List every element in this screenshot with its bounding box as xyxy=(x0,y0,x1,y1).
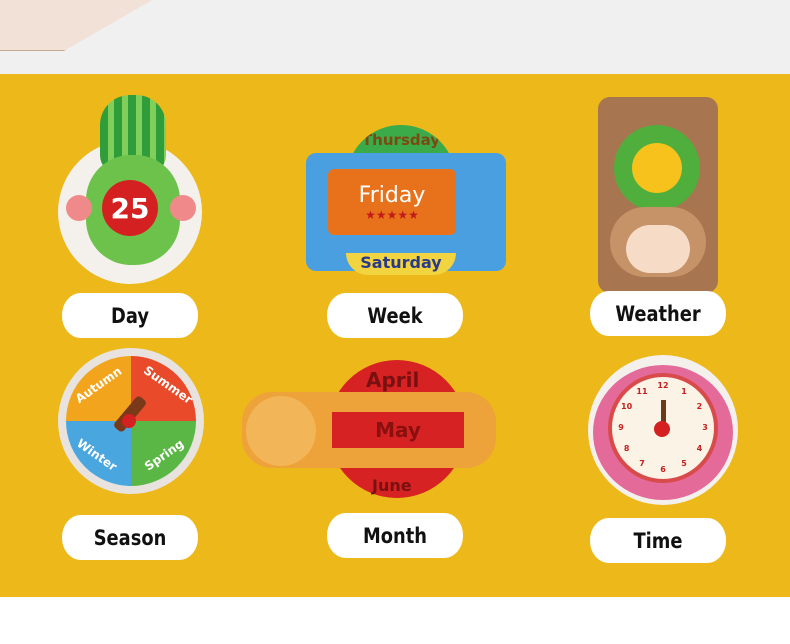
label-day: Day xyxy=(62,293,198,338)
label-time: Time xyxy=(590,518,726,563)
month-current: May xyxy=(375,418,421,442)
clock-number: 2 xyxy=(696,402,703,411)
week-next-day: Saturday xyxy=(360,253,442,272)
day-frog-illustration: 25 xyxy=(58,95,208,284)
label-week: Week xyxy=(327,293,463,338)
label-season: Season xyxy=(62,515,198,560)
month-next: June xyxy=(372,476,412,495)
top-background xyxy=(0,0,790,74)
clock-number: 1 xyxy=(681,386,687,396)
day-number: 25 xyxy=(110,191,150,225)
clock-number: 4 xyxy=(696,444,703,453)
clock-number: 5 xyxy=(681,459,687,469)
clock-number: 11 xyxy=(636,386,648,396)
time-clock-illustration: 12 1 2 3 4 5 6 7 8 9 10 11 xyxy=(588,355,738,505)
clock-number: 3 xyxy=(702,423,708,432)
label-month: Month xyxy=(327,513,463,558)
clock-number: 12 xyxy=(657,381,669,390)
clock-number: 8 xyxy=(623,444,630,453)
month-lion-illustration: April May June xyxy=(240,360,500,500)
week-stars: ★★★★★ xyxy=(365,207,419,222)
clock-number: 9 xyxy=(618,423,624,432)
week-previous-day: Thursday xyxy=(361,131,441,149)
month-previous: April xyxy=(366,368,420,392)
week-current-day: Friday xyxy=(358,182,426,208)
clock-number: 10 xyxy=(621,402,633,411)
season-wheel-illustration: Autumn Summer Winter Spring xyxy=(58,348,204,494)
weather-monkey-illustration xyxy=(598,97,718,293)
clock-number: 7 xyxy=(639,459,645,469)
week-elephant-illustration: Thursday Friday ★★★★★ Saturday xyxy=(306,125,506,275)
label-weather: Weather xyxy=(590,291,726,336)
clock-number: 6 xyxy=(660,465,666,474)
paper-corner xyxy=(0,0,257,51)
